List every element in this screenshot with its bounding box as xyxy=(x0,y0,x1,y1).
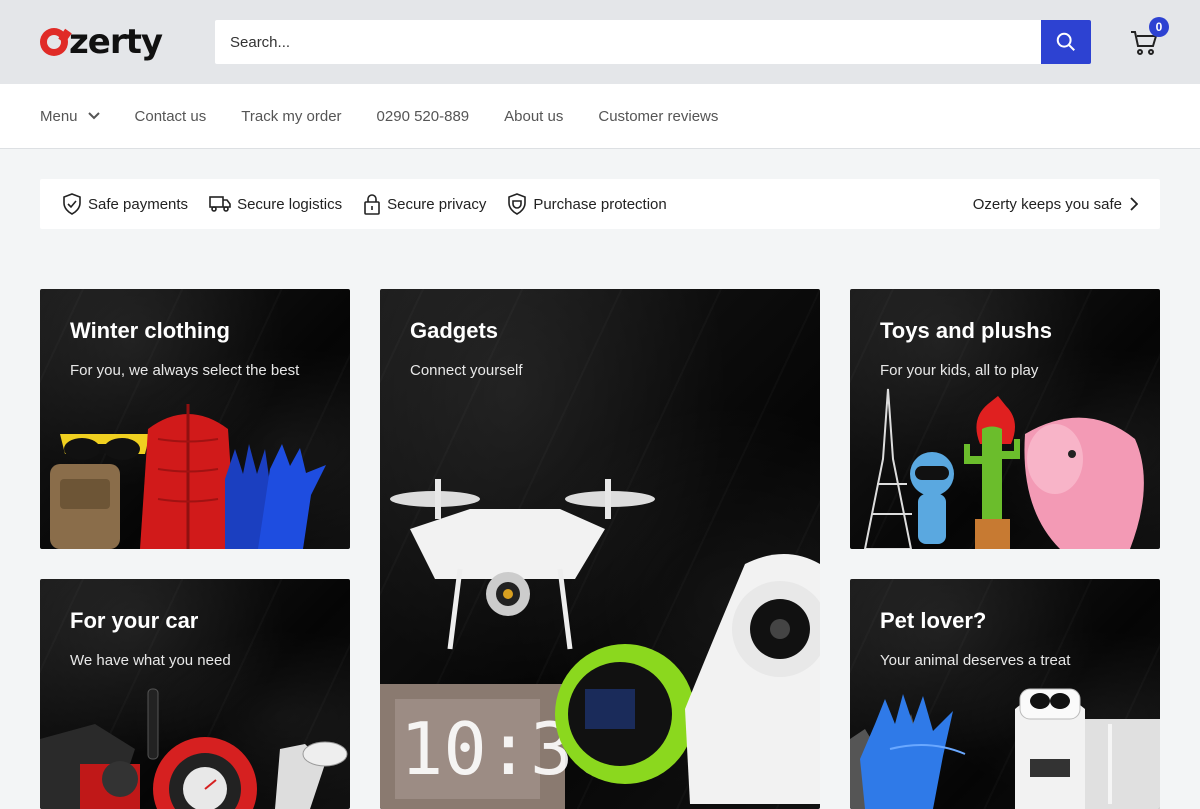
main-nav: Menu Contact us Track my order 0290 520-… xyxy=(0,84,1200,149)
trust-label: Purchase protection xyxy=(533,195,667,213)
nav-menu[interactable]: Menu xyxy=(40,108,100,125)
nav-menu-label: Menu xyxy=(40,107,78,125)
card-title: For your car xyxy=(70,608,199,633)
trust-secure-privacy: Secure privacy xyxy=(363,193,486,215)
cart-button[interactable]: 0 xyxy=(1129,17,1169,57)
card-subtitle: Your animal deserves a treat xyxy=(880,652,1071,669)
gadgets-image: 10:30 xyxy=(380,479,820,809)
trust-purchase-protection: Purchase protection xyxy=(507,193,667,215)
card-subtitle: For your kids, all to play xyxy=(880,362,1039,379)
category-card-for-your-car[interactable]: For your car We have what you need xyxy=(40,579,350,809)
site-header: zerty 0 xyxy=(0,0,1200,84)
trust-label: Secure privacy xyxy=(387,195,487,213)
nav-contact-us[interactable]: Contact us xyxy=(135,108,207,125)
card-title: Pet lover? xyxy=(880,608,987,633)
card-title: Winter clothing xyxy=(70,318,230,343)
search-button[interactable] xyxy=(1041,20,1091,64)
lock-icon xyxy=(364,194,380,215)
nav-track-order[interactable]: Track my order xyxy=(241,108,341,125)
shield-check-icon xyxy=(63,193,81,215)
ozerty-keeps-you-safe-link[interactable]: Ozerty keeps you safe xyxy=(973,196,1138,213)
chevron-right-icon xyxy=(1130,197,1138,211)
search-input[interactable] xyxy=(215,20,1041,64)
category-card-winter-clothing[interactable]: Winter clothing For you, we always selec… xyxy=(40,289,350,549)
nav-customer-reviews[interactable]: Customer reviews xyxy=(598,108,718,125)
card-title: Toys and plushs xyxy=(880,318,1052,343)
card-subtitle: For you, we always select the best xyxy=(70,362,300,379)
logo[interactable]: zerty xyxy=(40,25,215,59)
trust-link-label: Ozerty keeps you safe xyxy=(972,195,1122,213)
winter-clothing-image xyxy=(50,404,326,549)
nav-about-us[interactable]: About us xyxy=(504,108,563,125)
trust-secure-logistics: Secure logistics xyxy=(209,195,342,213)
category-card-gadgets[interactable]: Gadgets Connect yourself 10:30 xyxy=(380,289,820,809)
chevron-down-icon xyxy=(87,112,100,120)
shield-badge-icon xyxy=(508,193,527,215)
search-icon xyxy=(1056,32,1075,51)
toys-plushs-image xyxy=(863,388,1144,549)
category-card-toys-plushs[interactable]: Toys and plushs For your kids, all to pl… xyxy=(850,289,1160,549)
search-bar xyxy=(215,20,1091,64)
card-subtitle: We have what you need xyxy=(70,652,231,669)
trust-label: Secure logistics xyxy=(237,195,343,213)
category-card-pet-lover[interactable]: Pet lover? Your animal deserves a treat xyxy=(850,579,1160,809)
trust-label: Safe payments xyxy=(88,195,189,213)
trust-safe-payments: Safe payments xyxy=(62,193,188,215)
card-subtitle: Connect yourself xyxy=(410,362,523,379)
car-accessories-image xyxy=(40,688,348,809)
truck-icon xyxy=(209,196,231,212)
pet-products-image xyxy=(850,688,1160,809)
card-title: Gadgets xyxy=(410,318,499,343)
logo-text: zerty xyxy=(69,22,163,62)
logo-o-icon xyxy=(40,28,68,56)
nav-phone[interactable]: 0290 520-889 xyxy=(377,108,470,125)
cart-count-badge: 0 xyxy=(1149,17,1169,37)
trust-bar: Safe payments Secure logistics Secure pr… xyxy=(40,179,1160,229)
